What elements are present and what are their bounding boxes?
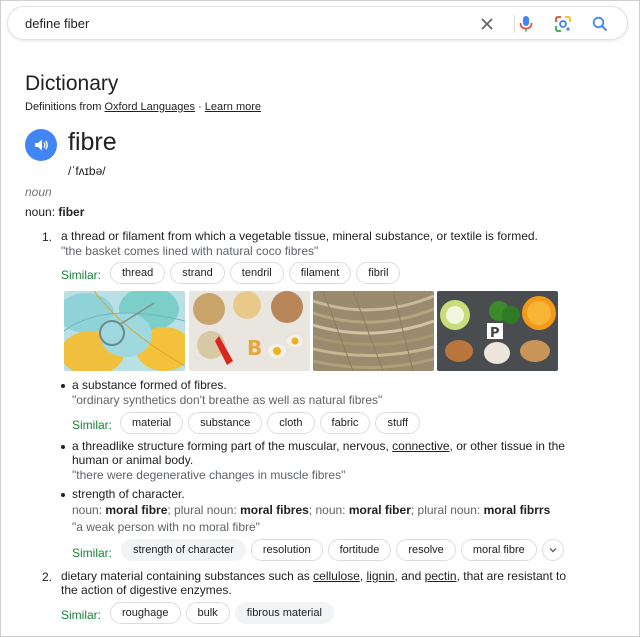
similar-chip[interactable]: tendril [229,262,284,284]
lignin-link[interactable]: lignin [367,569,395,583]
similar-chip[interactable]: thread [110,262,166,284]
noun-forms: noun: fiber [25,205,85,219]
sub-sense-3-definition: strength of character. [72,487,185,501]
sub-sense-2-definition-cont: human or animal body. [72,453,194,467]
learn-more-link[interactable]: Learn more [205,101,261,113]
speaker-icon [35,139,48,151]
sub-sense-1-example: "ordinary synthetics don't breathe as we… [72,393,383,407]
part-of-speech: noun [25,185,52,199]
dictionary-title: Dictionary [25,72,119,95]
natural-fibers-image[interactable] [313,291,434,371]
vitamin-b-label: B [247,336,262,360]
microphone-icon[interactable] [516,14,536,34]
similar-chip[interactable]: substance [188,412,263,434]
sub-sense-3-example: "a weak person with no moral fibre" [72,520,260,534]
similar-chip[interactable]: fibrous material [234,602,334,624]
oxford-languages-link[interactable]: Oxford Languages [104,101,195,113]
sense-2-definition-cont: the action of digestive enzymes. [61,583,232,597]
bullet [61,493,65,497]
sense-2-definition: dietary material containing substances s… [61,569,566,583]
cellulose-link[interactable]: cellulose [313,569,360,583]
similar-chip[interactable]: bulk [185,602,230,624]
similar-chip[interactable]: cloth [267,412,315,434]
google-lens-icon[interactable] [553,14,573,34]
phonetic: /ˈfʌɪbə/ [68,164,106,178]
similar-chip[interactable]: fortitude [327,539,392,561]
similar-label: Similar: [72,418,113,432]
close-icon[interactable] [477,14,497,34]
similar-chip[interactable]: roughage [110,602,181,624]
similar-chip[interactable]: moral fibre [460,539,537,561]
sense-number: 2. [42,570,53,584]
sub-sense-2-example: "there were degenerative changes in musc… [72,468,346,482]
similar-chip[interactable]: strength of character [121,539,246,561]
sense-1-example: "the basket comes lined with natural coc… [61,244,319,258]
similar-chip[interactable]: resolve [396,539,456,561]
similar-chip[interactable]: stuff [375,412,421,434]
sense-number: 1. [42,230,53,244]
fiber-foods-image[interactable]: B [189,291,310,371]
connective-link[interactable]: connective [392,439,449,453]
similar-label: Similar: [72,546,113,560]
similar-chips: material substance cloth fabric stuff [120,412,421,434]
sense-1-definition: a thread or filament from which a vegeta… [61,229,538,243]
vitamin-p-label: P [490,326,500,341]
similar-label: Similar: [61,268,102,282]
search-bar[interactable]: define fiber [7,6,628,40]
search-divider [514,15,515,33]
similar-chip[interactable]: resolution [250,539,323,561]
sub-sense-1-definition: a substance formed of fibres. [72,378,227,392]
sub-sense-2-definition: a threadlike structure forming part of t… [72,439,565,453]
sub-sense-3-forms: noun: moral fibre; plural noun: moral fi… [72,503,551,517]
similar-chip[interactable]: fabric [319,412,371,434]
speaker-button[interactable] [25,129,57,161]
search-icon[interactable] [590,14,610,34]
similar-chip[interactable]: fibril [356,262,401,284]
pectin-link[interactable]: pectin [425,569,457,583]
bullet [61,384,65,388]
headword: fibre [68,128,117,156]
similar-chip[interactable]: strand [170,262,225,284]
yarn-balls-image[interactable] [64,291,185,371]
similar-chips: thread strand tendril filament fibril [110,262,401,284]
similar-chip[interactable]: filament [288,262,352,284]
definition-source: Definitions from Oxford Languages · Lear… [25,101,262,113]
chevron-down-icon[interactable] [541,539,564,561]
bullet [61,445,65,449]
search-input[interactable]: define fiber [25,16,89,31]
healthy-foods-image[interactable]: P [437,291,558,371]
similar-chips: roughage bulk fibrous material [110,602,334,624]
similar-chip[interactable]: material [120,412,184,434]
similar-chips: strength of character resolution fortitu… [121,539,564,561]
similar-label: Similar: [61,608,102,622]
